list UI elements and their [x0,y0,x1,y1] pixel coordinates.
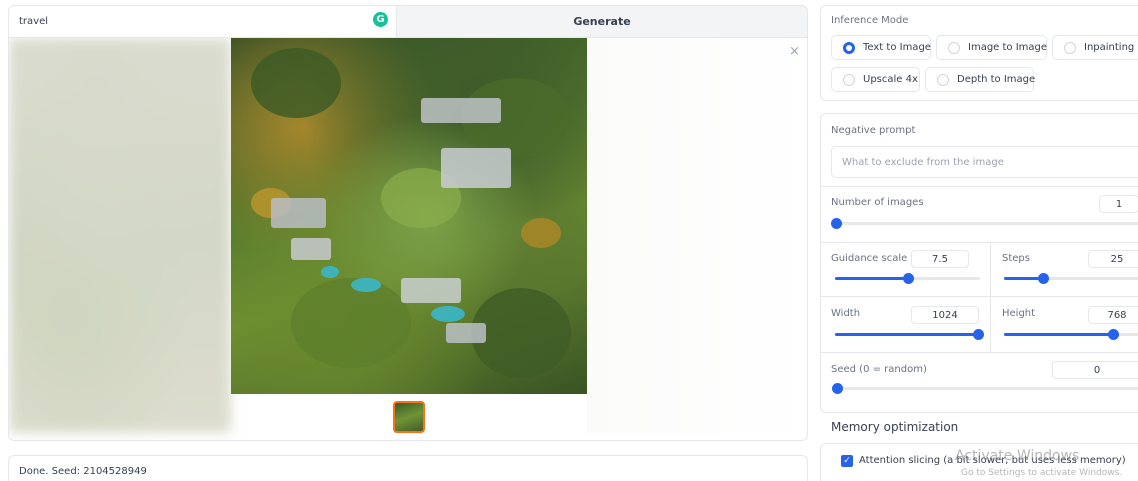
slider-thumb[interactable] [973,329,984,340]
slider-thumb[interactable] [1107,329,1119,340]
guidance-scale-label: Guidance scale [831,253,908,264]
radio-text-to-image[interactable]: Text to Image [831,35,931,60]
num-images-slider[interactable] [831,218,1138,229]
image-gallery: × [8,38,808,441]
radio-depth-to-image[interactable]: Depth to Image [925,67,1035,92]
radio-image-to-image[interactable]: Image to Image [936,35,1047,60]
settings-panel: Negative prompt What to exclude from the… [820,113,1138,413]
steps-value[interactable]: 25 [1088,250,1138,268]
close-icon[interactable]: × [789,44,800,59]
guidance-scale-value[interactable]: 7.5 [911,250,969,268]
prompt-input[interactable]: travel G [8,5,396,38]
num-images-value[interactable]: 1 [1099,195,1138,213]
gallery-background-blur [9,38,231,433]
generate-button[interactable]: Generate [396,5,808,38]
radio-dot-icon [937,73,949,86]
negative-prompt-input[interactable]: What to exclude from the image [831,146,1138,178]
attention-slicing-checkbox[interactable]: ✓ [841,455,853,467]
radio-dot-icon [948,41,960,54]
num-images-label: Number of images [831,197,924,208]
generated-image[interactable] [231,38,587,394]
radio-dot-icon [843,73,855,86]
negative-prompt-label: Negative prompt [831,125,916,136]
slider-fill [1004,333,1113,336]
width-label: Width [831,308,861,319]
slider-thumb[interactable] [902,273,914,284]
radio-inpainting[interactable]: Inpainting [1052,35,1138,60]
status-output: Done. Seed: 2104528949 [8,455,808,481]
height-label: Height [1002,308,1036,319]
slider-thumb[interactable] [832,383,843,394]
inference-mode-label: Inference Mode [831,15,909,26]
checkmark-icon: ✓ [843,456,851,466]
width-value[interactable]: 1024 [911,306,979,324]
guidance-scale-slider[interactable] [835,273,980,284]
gallery-background-right [587,38,807,433]
gallery-thumbnail[interactable] [393,401,425,433]
activate-windows-watermark: Activate Windows [955,448,1080,464]
memory-optimization-title: Memory optimization [831,420,959,434]
height-value[interactable]: 768 [1088,306,1138,324]
grammarly-icon[interactable]: G [373,12,388,27]
radio-upscale-4x[interactable]: Upscale 4x [831,67,920,92]
inference-mode-panel: Inference Mode Text to Image Image to Im… [820,5,1138,101]
steps-label: Steps [1002,253,1030,264]
seed-label: Seed (0 = random) [831,364,927,375]
activate-windows-subtext: Go to Settings to activate Windows. [961,468,1123,478]
slider-thumb[interactable] [1038,273,1050,284]
height-slider[interactable] [1004,329,1138,340]
status-text: Done. Seed: 2104528949 [19,466,147,477]
seed-slider[interactable] [832,383,1138,394]
width-slider[interactable] [835,329,984,340]
slider-fill [835,333,978,336]
slider-thumb[interactable] [831,218,842,229]
seed-value[interactable]: 0 [1052,361,1138,379]
radio-dot-icon [1064,41,1076,54]
steps-slider[interactable] [1004,273,1138,284]
radio-dot-icon [843,41,855,54]
prompt-text: travel [19,16,49,27]
slider-fill [835,277,908,280]
